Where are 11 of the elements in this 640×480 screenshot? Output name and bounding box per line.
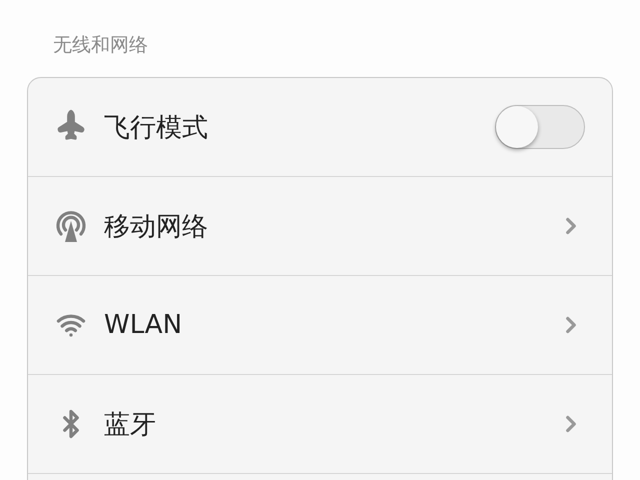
toggle-switch[interactable] (495, 105, 585, 149)
antenna-icon (54, 209, 88, 243)
setting-label: 移动网络 (104, 210, 209, 244)
section-title: 无线和网络 (52, 33, 149, 58)
settings-row[interactable]: WLAN (28, 276, 612, 375)
settings-row[interactable]: 飞行模式 (28, 78, 612, 177)
setting-label: 飞行模式 (104, 112, 209, 144)
setting-label: WLAN (104, 310, 184, 340)
settings-row[interactable]: 移动网络 (28, 177, 612, 276)
setting-label: 蓝牙 (104, 408, 157, 442)
settings-row[interactable]: 蓝牙 (28, 375, 612, 474)
